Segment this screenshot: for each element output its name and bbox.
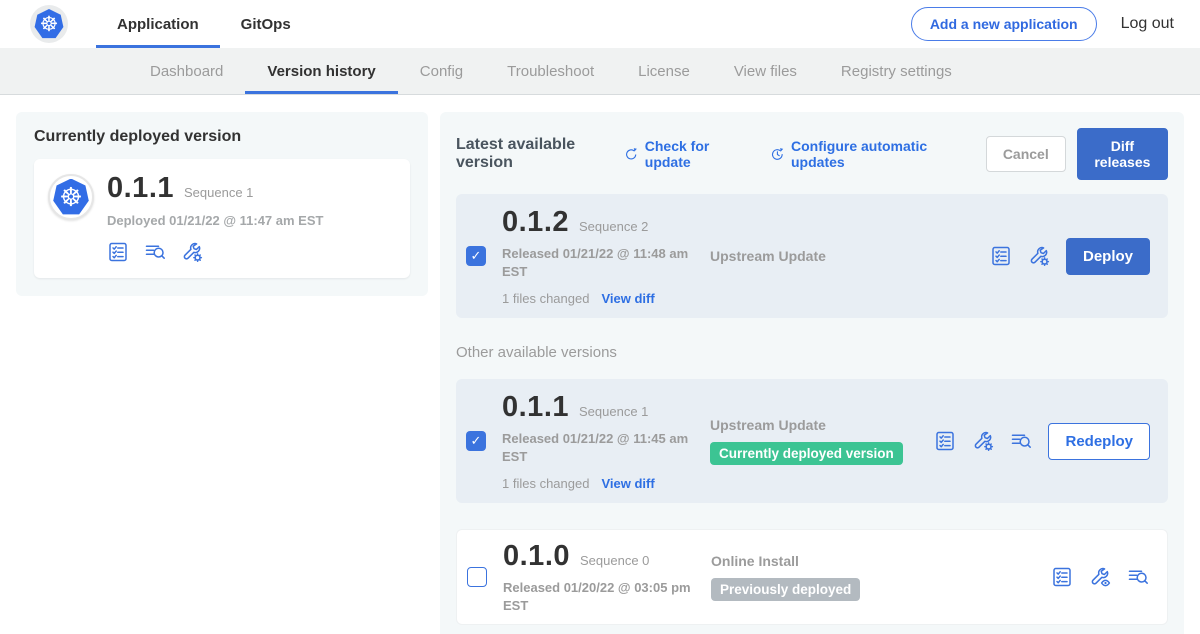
- check-for-update-link[interactable]: Check for update: [624, 138, 744, 170]
- preflight-checks-icon[interactable]: [1051, 566, 1073, 588]
- previously-deployed-badge: Previously deployed: [711, 578, 860, 601]
- files-changed-label: 1 files changed: [502, 291, 589, 306]
- deployed-version-card: ☸ 0.1.1 Sequence 1 Deployed 01/21/22 @ 1…: [34, 159, 410, 278]
- deploy-logs-icon[interactable]: [1127, 566, 1149, 588]
- top-nav-tabs: Application GitOps: [96, 0, 312, 48]
- subnav-troubleshoot[interactable]: Troubleshoot: [485, 48, 616, 94]
- deployed-sequence-label: Sequence 1: [184, 185, 253, 200]
- view-diff-link[interactable]: View diff: [601, 291, 654, 306]
- other-versions-title: Other available versions: [456, 344, 1168, 361]
- kubernetes-logo: ☸: [30, 5, 68, 43]
- main-content: Currently deployed version ☸ 0.1.1 Seque…: [0, 95, 1200, 634]
- files-changed-label: 1 files changed: [502, 476, 589, 491]
- configure-automatic-updates-link[interactable]: Configure automatic updates: [770, 138, 960, 170]
- kubernetes-wheel-icon: ☸: [34, 9, 64, 39]
- preflight-checks-icon[interactable]: [107, 241, 129, 263]
- preflight-checks-icon[interactable]: [934, 430, 956, 452]
- version-source-label: Upstream Update: [710, 417, 934, 433]
- released-timestamp: Released 01/21/22 @ 11:48 am EST: [502, 245, 698, 280]
- version-checkbox[interactable]: ✓: [467, 567, 487, 587]
- available-versions-panel: Latest available version Check for updat…: [440, 112, 1184, 634]
- version-checkbox[interactable]: ✓: [466, 246, 486, 266]
- tab-application[interactable]: Application: [96, 0, 220, 48]
- deployed-timestamp: Deployed 01/21/22 @ 11:47 am EST: [107, 213, 323, 228]
- version-source-label: Online Install: [711, 553, 1051, 569]
- sequence-label: Sequence 1: [579, 404, 648, 419]
- subnav-dashboard[interactable]: Dashboard: [128, 48, 245, 94]
- edit-config-icon[interactable]: [1028, 245, 1050, 267]
- version-checkbox[interactable]: ✓: [466, 431, 486, 451]
- version-card-0-1-1: ✓ 0.1.1 Sequence 1 Released 01/21/22 @ 1…: [456, 379, 1168, 503]
- preflight-checks-icon[interactable]: [990, 245, 1012, 267]
- released-timestamp: Released 01/21/22 @ 11:45 am EST: [502, 430, 698, 465]
- released-timestamp: Released 01/20/22 @ 03:05 pm EST: [503, 579, 699, 614]
- top-nav: ☸ Application GitOps Add a new applicati…: [0, 0, 1200, 48]
- subnav-config[interactable]: Config: [398, 48, 485, 94]
- currently-deployed-badge: Currently deployed version: [710, 442, 903, 465]
- sequence-label: Sequence 2: [579, 219, 648, 234]
- auto-update-clock-icon: [770, 146, 785, 163]
- deployed-panel-title: Currently deployed version: [34, 128, 410, 146]
- subnav-license[interactable]: License: [616, 48, 712, 94]
- version-card-0-1-0: ✓ 0.1.0 Sequence 0 Released 01/20/22 @ 0…: [456, 529, 1168, 625]
- version-number: 0.1.0: [503, 540, 570, 573]
- cancel-button[interactable]: Cancel: [986, 136, 1066, 172]
- logout-link[interactable]: Log out: [1121, 15, 1174, 33]
- sequence-label: Sequence 0: [580, 553, 649, 568]
- deploy-logs-icon[interactable]: [1010, 430, 1032, 452]
- refresh-icon: [624, 146, 639, 163]
- deploy-logs-icon[interactable]: [144, 241, 166, 263]
- view-config-icon[interactable]: [1089, 566, 1111, 588]
- add-application-button[interactable]: Add a new application: [911, 7, 1097, 41]
- version-number: 0.1.2: [502, 206, 569, 239]
- available-panel-header: Latest available version Check for updat…: [456, 128, 1168, 180]
- view-diff-link[interactable]: View diff: [601, 476, 654, 491]
- kubernetes-wheel-icon: ☸: [53, 179, 90, 216]
- redeploy-button[interactable]: Redeploy: [1048, 423, 1150, 460]
- subnav-view-files[interactable]: View files: [712, 48, 819, 94]
- app-sub-nav: Dashboard Version history Config Trouble…: [0, 48, 1200, 95]
- currently-deployed-panel: Currently deployed version ☸ 0.1.1 Seque…: [16, 112, 428, 296]
- edit-config-icon[interactable]: [181, 241, 203, 263]
- app-logo: ☸: [48, 174, 94, 220]
- diff-releases-button[interactable]: Diff releases: [1077, 128, 1168, 180]
- edit-config-icon[interactable]: [972, 430, 994, 452]
- deployed-version-number: 0.1.1: [107, 172, 174, 205]
- version-source-label: Upstream Update: [710, 248, 990, 264]
- subnav-registry-settings[interactable]: Registry settings: [819, 48, 974, 94]
- version-number: 0.1.1: [502, 391, 569, 424]
- tab-gitops[interactable]: GitOps: [220, 0, 312, 48]
- deploy-button[interactable]: Deploy: [1066, 238, 1150, 275]
- available-panel-title: Latest available version: [456, 136, 614, 172]
- version-card-0-1-2: ✓ 0.1.2 Sequence 2 Released 01/21/22 @ 1…: [456, 194, 1168, 318]
- subnav-version-history[interactable]: Version history: [245, 48, 397, 94]
